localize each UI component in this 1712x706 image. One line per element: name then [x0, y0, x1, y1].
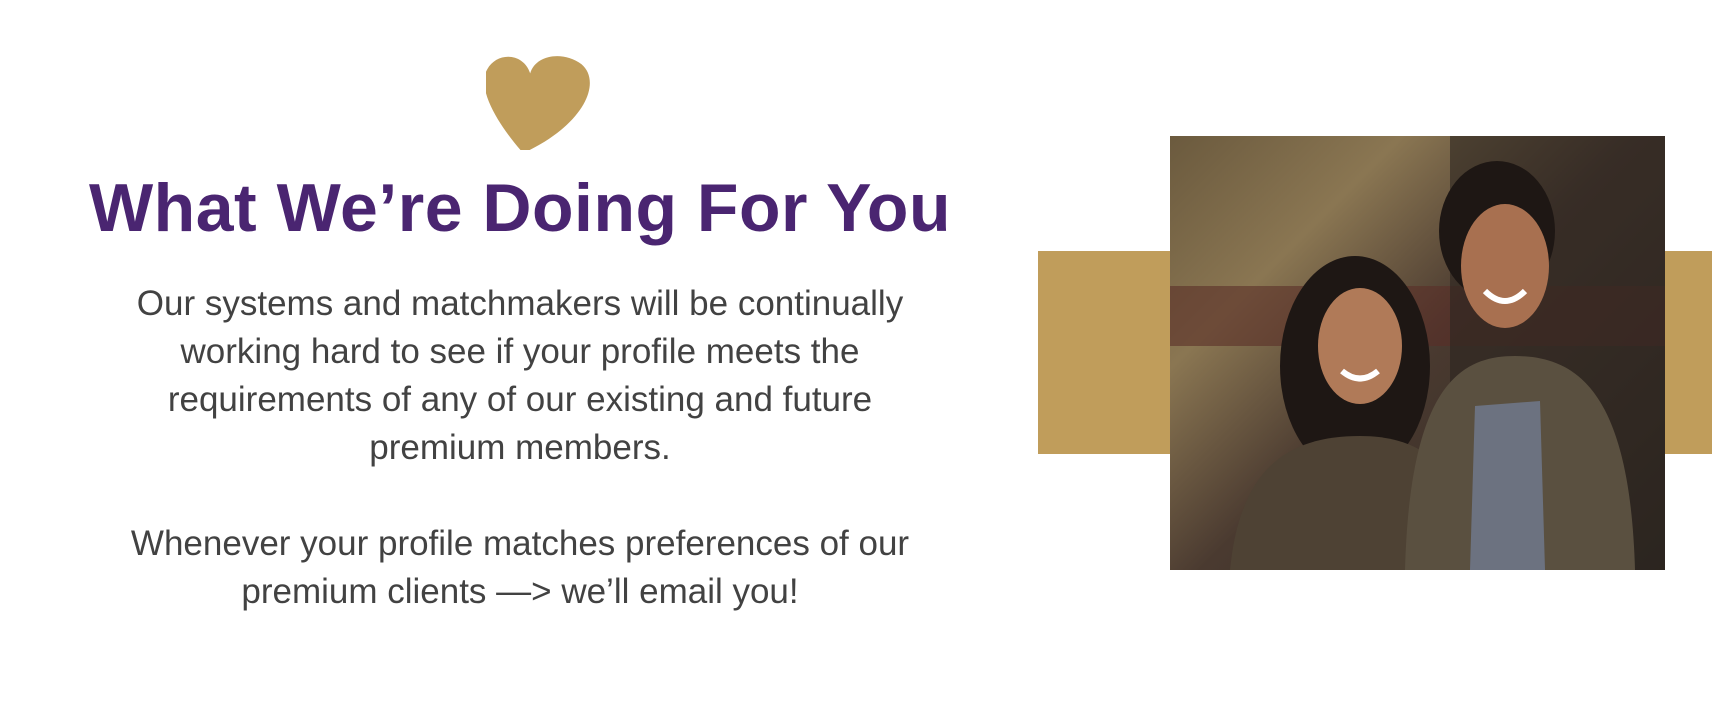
heart-icon — [486, 56, 590, 150]
couple-illustration — [1170, 136, 1665, 570]
couple-photo — [1170, 136, 1665, 570]
description-line: working hard to see if your profile meet… — [180, 332, 860, 371]
description-paragraph: Our systems and matchmakers will be cont… — [0, 280, 1040, 472]
description-line: requirements of any of our existing and … — [167, 380, 873, 419]
notice-line: premium clients —> we’ll email you! — [241, 572, 799, 611]
description-line: Our systems and matchmakers will be cont… — [136, 284, 904, 323]
page-title: What We’re Doing For You — [89, 170, 951, 246]
notice-line: Whenever your profile matches preference… — [130, 524, 910, 563]
description-line: premium members. — [369, 428, 671, 467]
email-notice-paragraph: Whenever your profile matches preference… — [0, 520, 1040, 616]
